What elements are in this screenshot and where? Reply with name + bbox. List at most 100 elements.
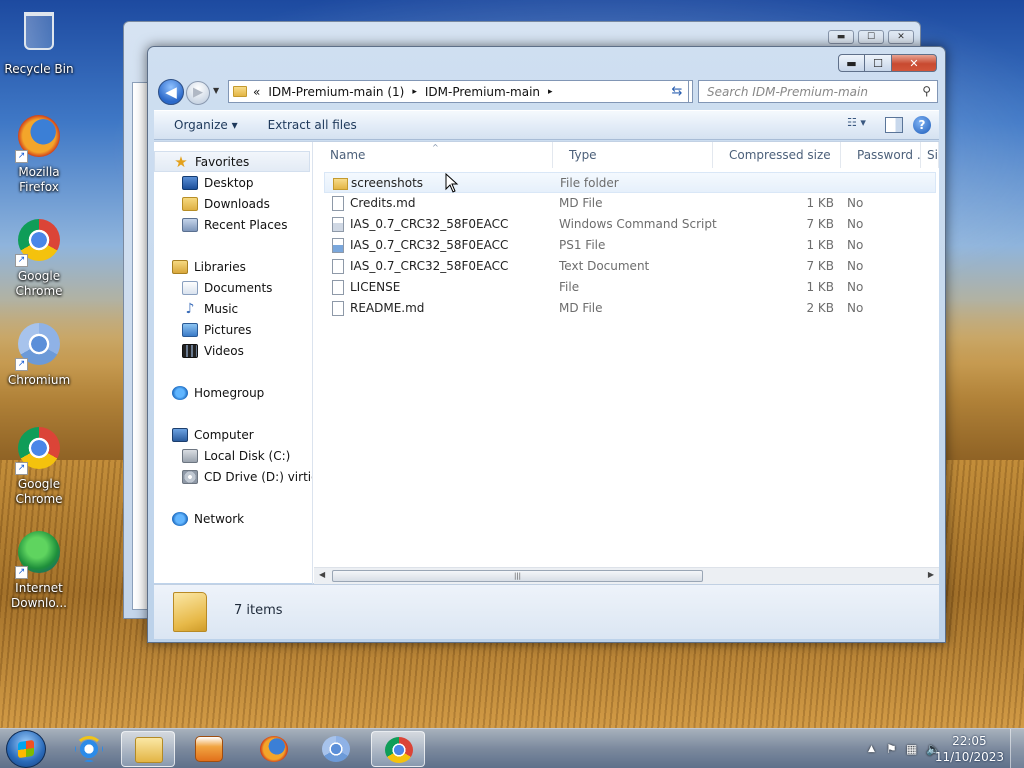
taskbar: ▲ ⚑ ▦ 🔈 22:05 11/10/2023 (0, 728, 1024, 768)
forward-button[interactable]: ▶ (186, 81, 210, 105)
clock[interactable]: 22:05 11/10/2023 (935, 733, 1004, 765)
chromium-icon (322, 736, 350, 762)
search-input[interactable]: Search IDM-Premium-main ⚲ (698, 80, 938, 103)
column-header-size[interactable]: Si (921, 142, 939, 168)
desktop-icon-firefox[interactable]: ↗ Mozilla Firefox (2, 112, 76, 195)
file-row[interactable]: IAS_0.7_CRC32_58F0EACC Text Document 7 K… (324, 256, 936, 277)
organize-button[interactable]: Organize ▾ (164, 118, 248, 132)
computer-icon (172, 427, 188, 442)
file-password: No (847, 259, 864, 273)
breadcrumb-overflow[interactable]: « (253, 85, 260, 99)
column-header-password[interactable]: Password ... (841, 142, 921, 168)
extract-all-files-button[interactable]: Extract all files (258, 118, 367, 132)
search-placeholder: Search IDM-Premium-main (707, 85, 868, 99)
nav-documents[interactable]: Documents (182, 277, 272, 298)
file-row[interactable]: LICENSE File 1 KB No (324, 277, 936, 298)
nav-downloads[interactable]: Downloads (182, 193, 270, 214)
scroll-left-icon[interactable]: ◀ (319, 570, 325, 579)
downloads-icon (182, 196, 198, 211)
desktop-icon-chrome[interactable]: ↗ Google Chrome (2, 216, 76, 299)
show-desktop-button[interactable] (1010, 729, 1024, 768)
file-row[interactable]: IAS_0.7_CRC32_58F0EACC PS1 File 1 KB No (324, 235, 936, 256)
cd-drive-icon (182, 469, 198, 484)
content-area: ★ Favorites Desktop Downloads Recent Pla… (154, 141, 939, 584)
taskbar-chromium[interactable] (309, 731, 363, 767)
taskbar-internet-explorer[interactable] (62, 731, 116, 767)
column-header-compressed-size[interactable]: Compressed size (713, 142, 841, 168)
minimize-icon[interactable]: ▬ (828, 30, 854, 44)
folder-icon (233, 86, 247, 97)
powershell-icon (332, 238, 344, 253)
navigation-pane[interactable]: ★ Favorites Desktop Downloads Recent Pla… (154, 142, 313, 584)
scrollbar-thumb[interactable]: ||| (332, 570, 703, 582)
desktop-icon-idm[interactable]: ↗ Internet Downlo... (2, 528, 76, 611)
file-name: IAS_0.7_CRC32_58F0EACC (350, 259, 509, 273)
breadcrumb-separator-icon[interactable]: ▸ (548, 87, 553, 97)
nav-videos[interactable]: Videos (182, 340, 244, 361)
maximize-icon[interactable]: ☐ (858, 30, 884, 44)
nav-recent-places[interactable]: Recent Places (182, 214, 287, 235)
nav-libraries[interactable]: Libraries (172, 256, 246, 277)
horizontal-scrollbar[interactable]: ◀ ||| ▶ (314, 567, 939, 584)
breadcrumb-separator-icon[interactable]: ▸ (412, 87, 417, 97)
nav-pictures[interactable]: Pictures (182, 319, 252, 340)
desktop-icon-chrome-2[interactable]: ↗ Google Chrome (2, 424, 76, 507)
file-type: File (559, 280, 580, 294)
chromium-icon: ↗ (15, 323, 63, 371)
file-compressed-size: 2 KB (806, 301, 834, 315)
refresh-button[interactable]: ⇆ (666, 80, 689, 103)
file-name: IAS_0.7_CRC32_58F0EACC (350, 217, 509, 231)
mouse-cursor-icon (445, 173, 459, 193)
taskbar-windows-explorer[interactable] (121, 731, 175, 767)
taskbar-media-player[interactable] (182, 731, 236, 767)
column-header-name[interactable]: ^ Name (314, 142, 553, 168)
search-icon[interactable]: ⚲ (922, 84, 931, 98)
nav-network[interactable]: Network (172, 508, 244, 529)
desktop-icon-chromium[interactable]: ↗ Chromium (2, 320, 76, 388)
firefox-icon (260, 736, 288, 762)
desktop-icon-recycle-bin[interactable]: Recycle Bin (2, 6, 76, 77)
explorer-window[interactable]: ▬ ☐ ✕ ◀ ▶ ▼ « IDM-Premium-main (1) ▸ IDM… (147, 46, 946, 643)
recent-pages-dropdown-icon[interactable]: ▼ (213, 86, 219, 95)
preview-pane-icon[interactable] (885, 117, 903, 133)
file-name: screenshots (351, 176, 424, 190)
file-compressed-size: 7 KB (806, 259, 834, 273)
desktop-icon-label: Google Chrome (15, 269, 63, 298)
column-header-type[interactable]: Type (553, 142, 713, 168)
nav-local-disk[interactable]: Local Disk (C:) (182, 445, 290, 466)
close-button[interactable]: ✕ (892, 54, 937, 72)
taskbar-chrome[interactable] (371, 731, 425, 767)
back-button[interactable]: ◀ (158, 79, 184, 105)
folder-icon (333, 178, 348, 190)
nav-desktop[interactable]: Desktop (182, 172, 254, 193)
minimize-button[interactable]: ▬ (838, 54, 865, 72)
nav-music[interactable]: ♪ Music (182, 298, 239, 319)
close-icon[interactable]: ✕ (888, 30, 914, 44)
nav-label: Computer (194, 427, 254, 442)
breadcrumb-item[interactable]: IDM-Premium-main (1) (268, 85, 404, 99)
taskbar-firefox[interactable] (247, 731, 301, 767)
file-row[interactable]: IAS_0.7_CRC32_58F0EACC Windows Command S… (324, 214, 936, 235)
file-list[interactable]: ^ Name Type Compressed size Password ...… (314, 142, 939, 584)
file-row[interactable]: screenshots File folder (324, 172, 936, 193)
nav-computer[interactable]: Computer (172, 424, 254, 445)
file-icon (332, 280, 344, 295)
nav-cd-drive[interactable]: CD Drive (D:) virtio-w (182, 466, 312, 487)
breadcrumb-item[interactable]: IDM-Premium-main (425, 85, 540, 99)
action-center-flag-icon[interactable]: ⚑ (886, 742, 897, 756)
file-row[interactable]: Credits.md MD File 1 KB No (324, 193, 936, 214)
maximize-button[interactable]: ☐ (865, 54, 892, 72)
scroll-right-icon[interactable]: ▶ (928, 570, 934, 579)
change-view-icon[interactable]: ☷ ▾ (847, 116, 875, 134)
file-password: No (847, 217, 864, 231)
network-status-icon[interactable]: ▦ (906, 742, 917, 756)
videos-icon (182, 343, 198, 358)
desktop-icon-label: Google Chrome (15, 477, 63, 506)
file-row[interactable]: README.md MD File 2 KB No (324, 298, 936, 319)
nav-homegroup[interactable]: Homegroup (172, 382, 264, 403)
show-hidden-icons-icon[interactable]: ▲ (868, 744, 875, 754)
help-icon[interactable]: ? (913, 116, 931, 134)
start-button[interactable] (6, 730, 46, 768)
address-bar[interactable]: « IDM-Premium-main (1) ▸ IDM-Premium-mai… (228, 80, 693, 103)
nav-favorites[interactable]: ★ Favorites (154, 151, 310, 172)
